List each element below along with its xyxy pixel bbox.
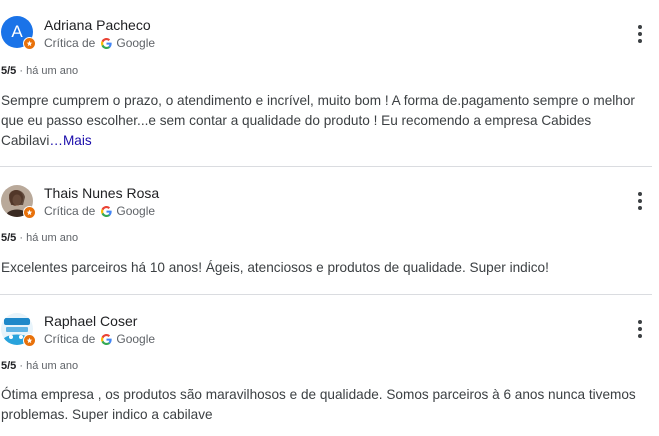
review-meta: 5/5 · há um ano [1, 360, 79, 372]
source-label: Crítica de [44, 332, 96, 346]
rating: 5/5 [1, 65, 17, 77]
review-card: Thais Nunes Rosa Crítica de Google 5/5 ·… [0, 166, 652, 294]
review-text: Sempre cumprem o prazo, o atendimento e … [1, 91, 649, 151]
more-vertical-icon[interactable] [630, 319, 650, 339]
review-meta: 5/5 · há um ano [1, 232, 79, 244]
avatar[interactable] [1, 313, 36, 347]
reviewer-name[interactable]: Raphael Coser [44, 313, 137, 329]
review-card: Raphael Coser Crítica de Google 5/5 · há… [0, 294, 652, 436]
reviewer-name[interactable]: Adriana Pacheco [44, 17, 151, 33]
source-name: Google [116, 36, 156, 50]
reviewer-name[interactable]: Thais Nunes Rosa [44, 185, 159, 201]
review-source: Crítica de Google [44, 332, 155, 346]
review-time: há um ano [26, 65, 79, 77]
source-name: Google [116, 332, 156, 346]
review-text: Excelentes parceiros há 10 anos! Ágeis, … [1, 260, 549, 275]
more-vertical-icon[interactable] [630, 24, 650, 44]
local-guide-icon [23, 206, 36, 219]
review-source: Crítica de Google [44, 36, 155, 50]
source-name: Google [116, 204, 156, 218]
review-text-body: Sempre cumprem o prazo, o atendimento e … [1, 93, 635, 148]
rating: 5/5 [1, 232, 17, 244]
review-time: há um ano [26, 232, 79, 244]
rating: 5/5 [1, 360, 17, 372]
more-vertical-icon[interactable] [630, 191, 650, 211]
local-guide-icon [23, 37, 36, 50]
google-g-icon [101, 205, 113, 217]
source-label: Crítica de [44, 36, 96, 50]
review-card: A Adriana Pacheco Crítica de Google 5/5 … [0, 0, 652, 166]
review-meta: 5/5 · há um ano [1, 65, 79, 77]
review-text: Ótima empresa , os produtos são maravilh… [1, 387, 636, 422]
avatar[interactable] [1, 185, 36, 219]
google-g-icon [101, 37, 113, 49]
more-link[interactable]: …Mais [49, 133, 91, 148]
avatar[interactable]: A [1, 16, 36, 50]
google-g-icon [101, 333, 113, 345]
source-label: Crítica de [44, 204, 96, 218]
review-time: há um ano [26, 360, 79, 372]
local-guide-icon [23, 334, 36, 347]
review-source: Crítica de Google [44, 204, 155, 218]
